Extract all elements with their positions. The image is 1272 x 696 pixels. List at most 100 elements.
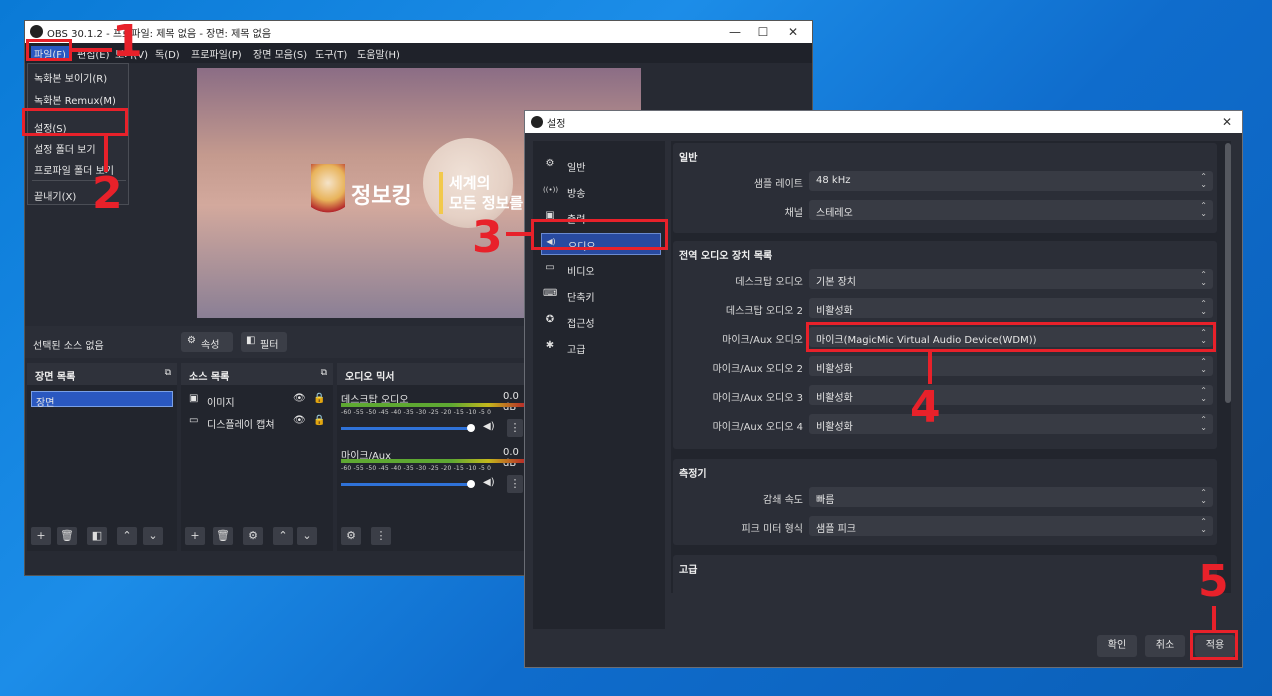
sidebar-item-accessibility[interactable]: ✪ 접근성 xyxy=(541,311,659,331)
mic-aux-audio-3-label: 마이크/Aux 오디오 3 xyxy=(712,393,803,404)
mic-aux-audio-3-select[interactable]: 비활성화 ⌃ ⌄ xyxy=(809,385,1213,405)
eye-icon[interactable]: 👁 xyxy=(293,393,306,404)
properties-button[interactable]: ⚙ 속성 xyxy=(181,332,233,352)
menu-dock[interactable]: 독(D) xyxy=(155,46,180,61)
logo-divider xyxy=(439,172,443,214)
menu-scene-collection[interactable]: 장면 모음(S) xyxy=(253,46,307,61)
maximize-icon[interactable]: ☐ xyxy=(751,23,775,41)
volume-slider[interactable] xyxy=(341,427,471,430)
mic-aux-audio-4-select[interactable]: 비활성화 ⌃ ⌄ xyxy=(809,414,1213,434)
sidebar-item-stream[interactable]: ((•)) 방송 xyxy=(541,181,659,201)
menu-profile[interactable]: 프로파일(P) xyxy=(191,46,242,61)
menu-item-settings-folder[interactable]: 설정 폴더 보기 xyxy=(34,141,96,156)
logo-text: 정보킹 xyxy=(351,184,412,209)
minimize-icon[interactable]: — xyxy=(723,23,747,41)
add-source-icon[interactable]: + xyxy=(185,527,205,545)
settings-dialog: 설정 ✕ ⚙ 일반 ((•)) 방송 ▣ 출력 ◀) 오디오 ▭ 비디오 ⌨ 단… xyxy=(524,110,1243,668)
eye-icon[interactable]: 👁 xyxy=(293,415,306,426)
desktop-audio-select[interactable]: 기본 장치 ⌃ ⌄ xyxy=(809,269,1213,289)
gear-icon[interactable]: ⚙ xyxy=(243,527,263,545)
meter-scale: -60 -55 -50 -45 -40 -35 -30 -25 -20 -15 … xyxy=(341,409,492,416)
sidebar-item-hotkeys[interactable]: ⌨ 단축키 xyxy=(541,285,659,305)
step-number-1: 1 xyxy=(112,16,143,67)
mic-aux-audio-label: 마이크/Aux 오디오 xyxy=(722,335,803,346)
select-value: 비활성화 xyxy=(816,393,853,404)
decay-rate-select[interactable]: 빠름 ⌃ ⌄ xyxy=(809,487,1213,507)
peak-meter-type-select[interactable]: 샘플 피크 ⌃ ⌄ xyxy=(809,516,1213,536)
speaker-icon[interactable]: ◀) xyxy=(483,477,495,488)
desktop-audio-2-select[interactable]: 비활성화 ⌃ ⌄ xyxy=(809,298,1213,318)
mic-aux-audio-2-select[interactable]: 비활성화 ⌃ ⌄ xyxy=(809,356,1213,376)
select-value: 기본 장치 xyxy=(816,277,856,288)
obs-logo-icon xyxy=(531,116,543,128)
sidebar-item-general[interactable]: ⚙ 일반 xyxy=(541,155,659,175)
kebab-icon[interactable]: ⋮ xyxy=(371,527,391,545)
updown-arrow-icon: ⌃ ⌄ xyxy=(1200,172,1207,189)
scrollbar[interactable] xyxy=(1225,143,1231,403)
sidebar-item-label: 고급 xyxy=(567,345,586,356)
sample-rate-select[interactable]: 48 kHz ⌃ ⌄ xyxy=(809,171,1213,191)
volume-slider[interactable] xyxy=(341,483,471,486)
lock-icon[interactable]: 🔒 xyxy=(313,415,325,426)
cancel-button[interactable]: 취소 xyxy=(1145,635,1185,657)
chevron-down-icon[interactable]: ⌄ xyxy=(297,527,317,545)
menu-tools[interactable]: 도구(T) xyxy=(315,46,347,61)
advanced-audio-icon[interactable]: ⚙ xyxy=(341,527,361,545)
sample-rate-label: 샘플 레이트 xyxy=(753,179,803,190)
obs-menu-bar: 파일(F) 편집(E) 보기(V) 독(D) 프로파일(P) 장면 모음(S) … xyxy=(25,43,812,63)
kebab-icon[interactable]: ⋮ xyxy=(507,419,523,437)
channels-select[interactable]: 스테레오 ⌃ ⌄ xyxy=(809,200,1213,220)
ok-button[interactable]: 확인 xyxy=(1097,635,1137,657)
annotation-line xyxy=(928,352,932,384)
speaker-icon[interactable]: ◀) xyxy=(483,421,495,432)
sidebar-item-label: 접근성 xyxy=(567,319,595,330)
undock-icon[interactable]: ⧉ xyxy=(165,368,171,378)
kebab-icon[interactable]: ⋮ xyxy=(507,475,523,493)
close-icon[interactable]: ✕ xyxy=(1215,113,1239,131)
menu-item-remux[interactable]: 녹화본 Remux(M) xyxy=(34,92,116,107)
keyboard-icon: ⌨ xyxy=(543,288,558,299)
audio-settings-content: 일반 샘플 레이트 48 kHz ⌃ ⌄ 채널 스테레오 ⌃ ⌄ 전역 오디오 장치… xyxy=(671,141,1231,593)
sources-panel: 소스 목록 ⧉ ▣ 이미지 👁 🔒 ▭ 디스플레이 캡쳐 👁 🔒 + 🗑 ⚙ ⌃… xyxy=(181,363,333,551)
source-item[interactable]: ▭ 디스플레이 캡쳐 👁 🔒 xyxy=(185,413,329,431)
antenna-icon: ((•)) xyxy=(543,186,559,194)
slider-knob[interactable] xyxy=(467,480,475,488)
chevron-up-icon[interactable]: ⌃ xyxy=(273,527,293,545)
filters-button[interactable]: ◧ 필터 xyxy=(241,332,287,352)
highlight-box-file xyxy=(26,39,72,61)
monitor-icon: ▭ xyxy=(189,415,199,426)
meter-scale: -60 -55 -50 -45 -40 -35 -30 -25 -20 -15 … xyxy=(341,465,492,472)
source-item-label: 디스플레이 캡쳐 xyxy=(207,420,275,431)
close-icon[interactable]: ✕ xyxy=(781,23,805,41)
group-general: 일반 샘플 레이트 48 kHz ⌃ ⌄ 채널 스테레오 ⌃ ⌄ xyxy=(673,143,1217,233)
chevron-up-icon[interactable]: ⌃ xyxy=(117,527,137,545)
scene-item[interactable]: 장면 xyxy=(31,391,173,409)
select-value: 비활성화 xyxy=(816,306,853,317)
trash-icon[interactable]: 🗑 xyxy=(57,527,77,545)
sidebar-item-advanced[interactable]: ✱ 고급 xyxy=(541,337,659,357)
scene-filter-icon[interactable]: ◧ xyxy=(87,527,107,545)
undock-icon[interactable]: ⧉ xyxy=(321,368,327,378)
group-title: 전역 오디오 장치 목록 xyxy=(679,251,773,262)
sidebar-item-label: 단축키 xyxy=(567,293,595,304)
group-title: 측정기 xyxy=(679,469,707,480)
step-number-2: 2 xyxy=(92,168,123,219)
slider-knob[interactable] xyxy=(467,424,475,432)
chevron-down-icon[interactable]: ⌄ xyxy=(143,527,163,545)
trash-icon[interactable]: 🗑 xyxy=(213,527,233,545)
highlight-box-audio xyxy=(531,219,668,250)
menu-item-show-recordings[interactable]: 녹화본 보이기(R) xyxy=(34,70,107,85)
obs-logo-icon xyxy=(30,25,43,38)
source-item[interactable]: ▣ 이미지 👁 🔒 xyxy=(185,391,329,409)
desktop-audio-2-label: 데스크탑 오디오 2 xyxy=(725,306,803,317)
menu-help[interactable]: 도움말(H) xyxy=(357,46,400,61)
sidebar-item-video[interactable]: ▭ 비디오 xyxy=(541,259,659,279)
monitor-icon: ▭ xyxy=(545,262,555,273)
sidebar-item-label: 일반 xyxy=(567,163,586,174)
select-value: 스테레오 xyxy=(816,208,853,219)
menu-item-exit[interactable]: 끝내기(X) xyxy=(34,188,76,203)
mic-aux-audio-4-label: 마이크/Aux 오디오 4 xyxy=(712,422,803,433)
add-scene-icon[interactable]: + xyxy=(31,527,51,545)
lock-icon[interactable]: 🔒 xyxy=(313,393,325,404)
select-value: 샘플 피크 xyxy=(816,524,856,535)
